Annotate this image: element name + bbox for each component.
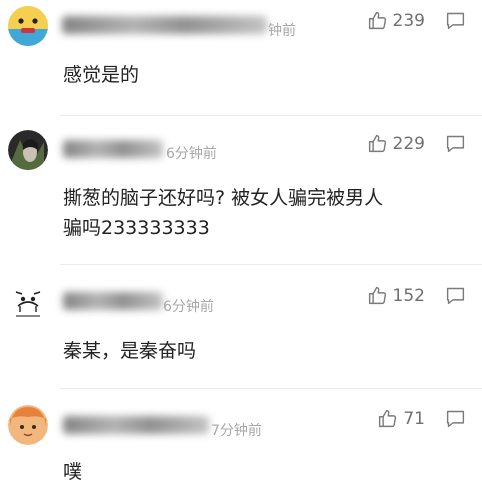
comment-text: 秦某，是秦奋吗: [63, 340, 197, 362]
comment-actions: 152: [367, 285, 466, 306]
avatar[interactable]: [8, 282, 48, 322]
divider: [60, 388, 482, 389]
comment-text: 感觉是的: [63, 64, 140, 86]
username-blurred[interactable]: [63, 140, 163, 158]
comment-bubble-icon: [445, 10, 466, 31]
like-button[interactable]: 239: [367, 10, 425, 31]
comment-text-line2: 骗吗233333333: [63, 217, 210, 239]
divider: [60, 264, 482, 265]
thumbs-up-icon: [367, 285, 388, 306]
reply-button[interactable]: [445, 285, 466, 306]
comment-text-line1: 撕葱的脑子还好吗? 被女人骗完被男人: [63, 187, 384, 209]
avatar[interactable]: [8, 6, 48, 46]
thumbs-up-icon: [367, 10, 388, 31]
divider: [60, 115, 482, 116]
comment-time: 6分钟前: [163, 299, 214, 315]
like-count: 152: [392, 285, 425, 306]
like-count: 71: [403, 408, 425, 429]
like-count: 239: [392, 10, 425, 31]
comment-actions: 71: [377, 408, 466, 429]
reply-button[interactable]: [445, 133, 466, 154]
avatar[interactable]: [8, 130, 48, 170]
comment-bubble-icon: [445, 133, 466, 154]
username-blurred[interactable]: [62, 16, 267, 34]
like-count: 229: [392, 133, 425, 154]
like-button[interactable]: 152: [367, 285, 425, 306]
comment-bubble-icon: [445, 285, 466, 306]
comment-time: 钟前: [268, 23, 296, 39]
comment-text: 噗: [63, 461, 83, 483]
comment-time: 6分钟前: [166, 146, 217, 162]
comment-bubble-icon: [445, 408, 466, 429]
thumbs-up-icon: [377, 408, 398, 429]
avatar[interactable]: [8, 405, 48, 445]
like-button[interactable]: 71: [377, 408, 425, 429]
thumbs-up-icon: [367, 133, 388, 154]
username-blurred[interactable]: [63, 416, 209, 434]
comment-time: 7分钟前: [211, 423, 262, 439]
reply-button[interactable]: [445, 10, 466, 31]
username-blurred[interactable]: [63, 292, 163, 310]
comment-actions: 229: [367, 133, 466, 154]
like-button[interactable]: 229: [367, 133, 425, 154]
reply-button[interactable]: [445, 408, 466, 429]
comment-actions: 239: [367, 10, 466, 31]
